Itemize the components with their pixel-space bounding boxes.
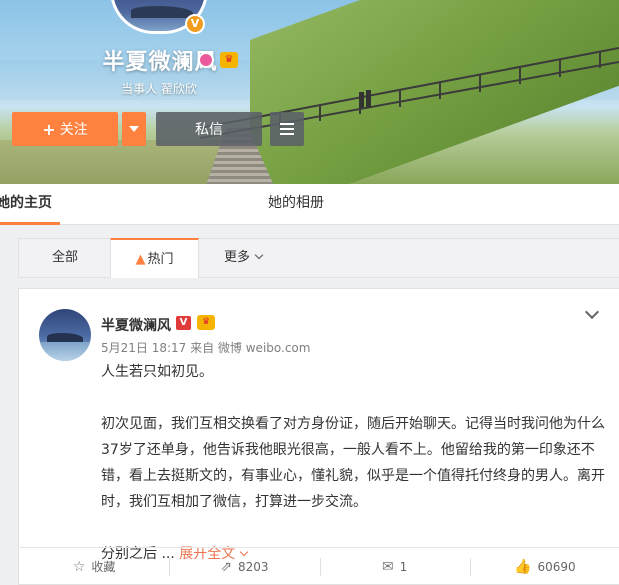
post-body: 人生若只如初见。 初次见面，我们互相交换看了对方身份证，随后开始聊天。记得当时我… <box>101 359 606 567</box>
comment-icon: ✉ <box>381 558 394 575</box>
like-button[interactable]: 👍 60690 <box>469 548 619 585</box>
favorite-button[interactable]: ☆ 收藏 <box>19 548 169 585</box>
profile-tabbar: 她的主页 她的相册 <box>0 184 619 225</box>
hamburger-icon <box>280 123 294 125</box>
follow-label: 关注 <box>59 122 88 138</box>
tab-album[interactable]: 她的相册 <box>268 184 324 225</box>
caret-down-icon <box>129 126 139 132</box>
post-card: 半夏微澜风 V ♛ 5月21日 18:17 来自 微博 weibo.com 人生… <box>18 288 619 585</box>
flame-icon: ▲ <box>135 252 146 267</box>
favorite-label: 收藏 <box>91 560 116 574</box>
filter-more[interactable]: 更多 <box>224 239 264 277</box>
post-paragraph: 初次见面，我们互相交换看了对方身份证，随后开始聊天。记得当时我问他为什么37岁了… <box>101 416 605 510</box>
profile-cover: V 半夏微澜风 ♛ 当事人 翟欣欣 + 关注 私信 <box>0 0 619 184</box>
message-button[interactable]: 私信 <box>156 112 262 146</box>
plus-icon: + <box>42 119 56 139</box>
post-options-chevron-icon[interactable] <box>584 304 600 320</box>
like-count: 60690 <box>537 559 576 574</box>
follow-button[interactable]: + 关注 <box>12 112 118 146</box>
filter-hot[interactable]: ▲ 热门 <box>110 238 199 278</box>
member-badge-icon[interactable] <box>198 52 214 68</box>
post-meta[interactable]: 5月21日 18:17 来自 微博 weibo.com <box>101 339 310 356</box>
star-icon: ☆ <box>72 558 86 575</box>
profile-subtitle: 当事人 翟欣欣 <box>121 82 197 96</box>
post-author[interactable]: 半夏微澜风 <box>101 315 171 335</box>
verified-v-icon[interactable]: V <box>176 316 191 330</box>
filter-more-label: 更多 <box>224 250 251 265</box>
repost-count: 8203 <box>237 559 269 574</box>
filter-hot-label: 热门 <box>147 252 174 267</box>
crown-icon[interactable]: ♛ <box>197 315 215 330</box>
post-first-line: 人生若只如初见。 <box>101 364 213 380</box>
share-icon: ⇗ <box>220 558 232 575</box>
post-avatar[interactable] <box>39 309 91 361</box>
chevron-down-icon <box>254 250 264 260</box>
feed-filter-bar: 全部 ▲ 热门 更多 <box>18 238 619 278</box>
tab-home[interactable]: 她的主页 <box>0 184 60 225</box>
follow-dropdown-button[interactable] <box>122 112 146 146</box>
profile-name: 半夏微澜风 <box>102 50 218 75</box>
comment-count: 1 <box>399 559 408 574</box>
verified-badge: V <box>185 14 205 34</box>
crown-badge-icon[interactable]: ♛ <box>220 52 238 68</box>
thumbs-up-icon: 👍 <box>514 558 532 575</box>
post-action-bar: ☆ 收藏 ⇗ 8203 ✉ 1 👍 60690 <box>19 547 619 585</box>
comment-button[interactable]: ✉ 1 <box>319 548 470 585</box>
filter-all[interactable]: 全部 <box>19 239 111 277</box>
repost-button[interactable]: ⇗ 8203 <box>169 548 319 585</box>
more-menu-button[interactable] <box>270 112 304 146</box>
